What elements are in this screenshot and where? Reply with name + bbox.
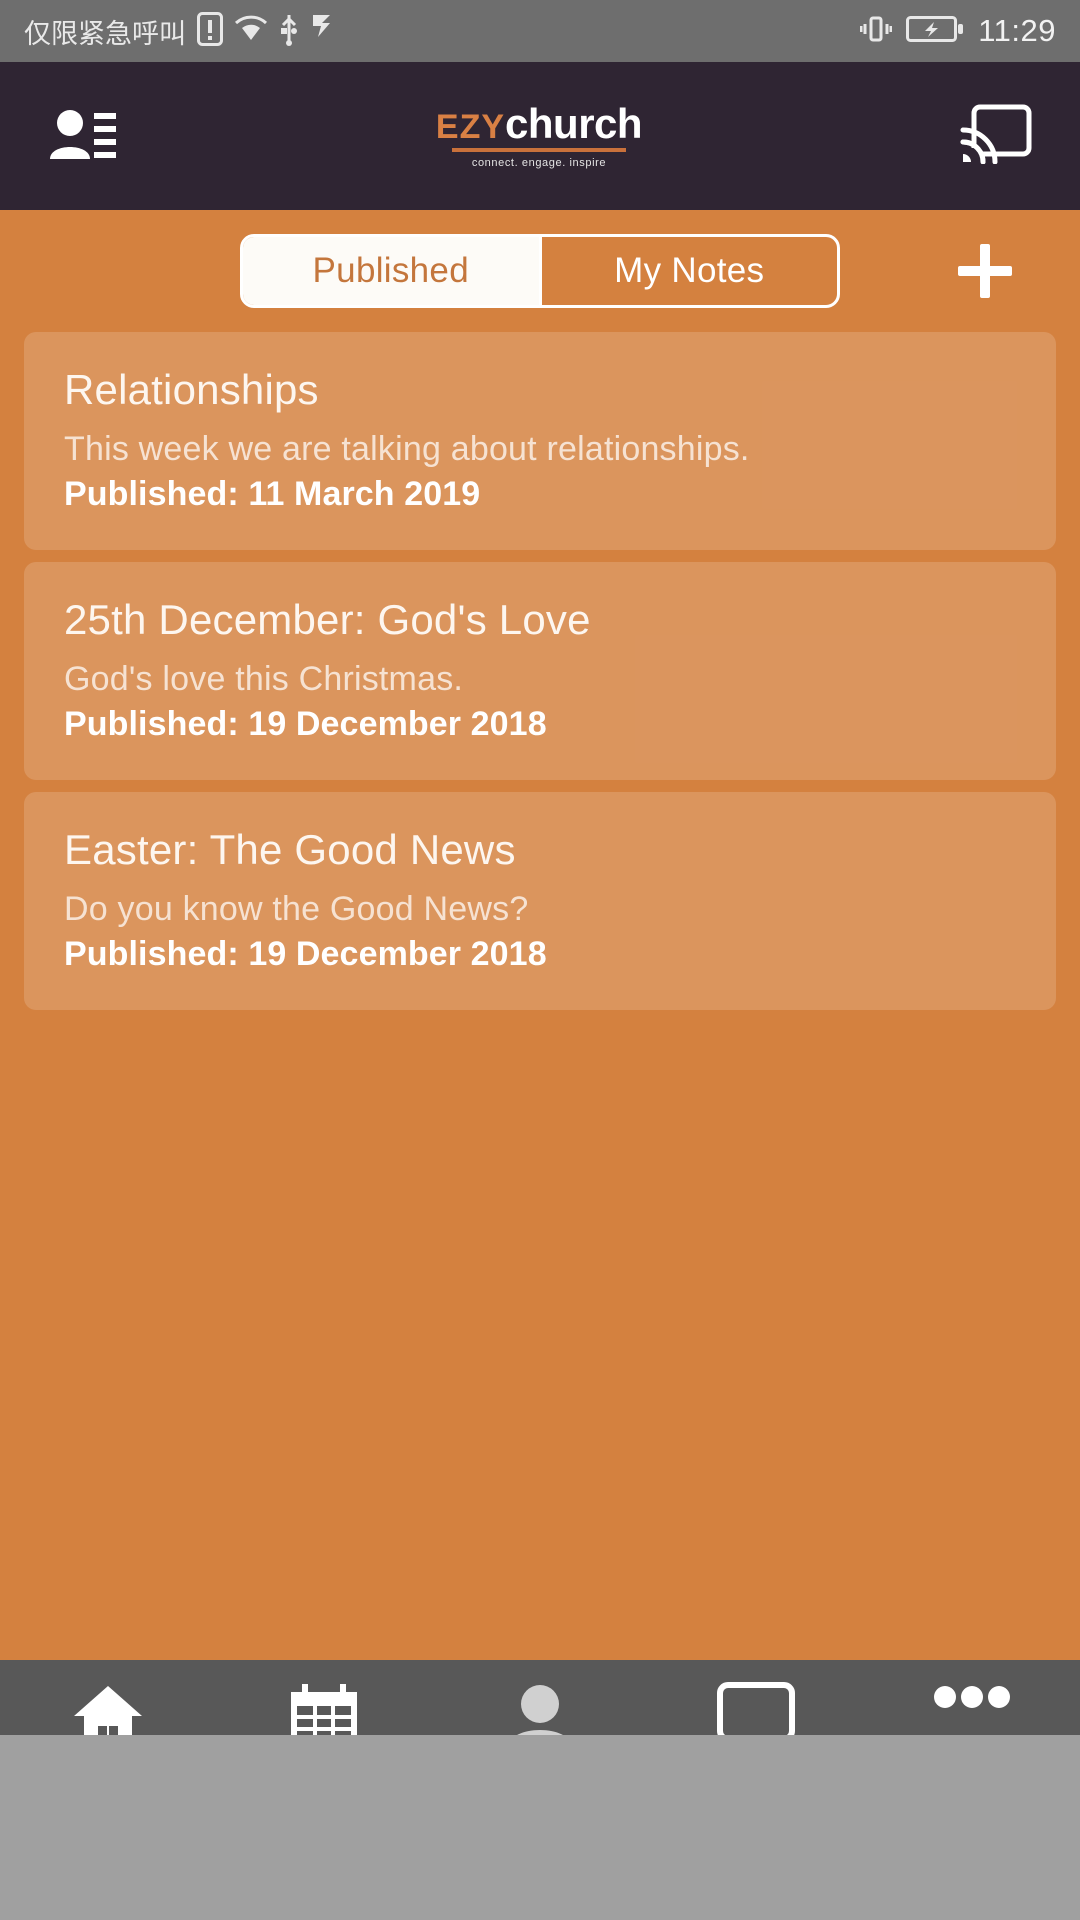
nav-more[interactable] — [897, 1682, 1047, 1712]
note-description: This week we are talking about relations… — [64, 430, 750, 468]
sim-alert-icon — [197, 11, 223, 51]
list-item[interactable]: Relationships This week we are talking a… — [24, 332, 1056, 550]
notes-list: Relationships This week we are talking a… — [0, 332, 1080, 1010]
app-header: EZYchurch connect. engage. inspire — [0, 62, 1080, 210]
app-screen: 仅限紧急呼叫 11:29 EZYchurch connect. engage. … — [0, 0, 1080, 1920]
card-icon — [717, 1682, 795, 1742]
status-bar-left: 仅限紧急呼叫 — [24, 11, 860, 51]
note-title: Relationships — [64, 366, 319, 413]
note-description: Do you know the Good News? — [64, 890, 529, 928]
note-published-date: Published: 19 December 2018 — [64, 935, 547, 973]
logo-suffix: church — [505, 100, 643, 147]
list-item[interactable]: Easter: The Good News Do you know the Go… — [24, 792, 1056, 1010]
note-description: God's love this Christmas. — [64, 660, 464, 698]
cast-icon[interactable] — [960, 104, 1032, 169]
contacts-icon[interactable] — [48, 105, 118, 168]
carrier-label: 仅限紧急呼叫 — [24, 18, 186, 49]
list-item[interactable]: 25th December: God's Love God's love thi… — [24, 562, 1056, 780]
vibrate-icon — [859, 13, 893, 50]
flag-icon — [310, 13, 334, 50]
tab-row: Published My Notes — [0, 210, 1080, 332]
plus-icon[interactable] — [952, 238, 1018, 304]
nav-card[interactable] — [681, 1682, 831, 1742]
note-published-date: Published: 19 December 2018 — [64, 705, 547, 743]
tab-published[interactable]: Published — [243, 237, 539, 305]
logo-tagline: connect. engage. inspire — [471, 157, 607, 169]
status-bar: 仅限紧急呼叫 11:29 — [0, 0, 1080, 62]
content-area: Published My Notes Relationships This we… — [0, 210, 1080, 1660]
usb-icon — [279, 12, 299, 51]
logo-prefix: EZY — [435, 108, 506, 146]
note-title: 25th December: God's Love — [64, 596, 591, 643]
logo-underline — [452, 148, 626, 152]
more-icon — [934, 1686, 1010, 1708]
battery-charging-icon — [906, 14, 964, 49]
tab-my-notes[interactable]: My Notes — [538, 237, 838, 305]
tab-switcher: Published My Notes — [240, 234, 840, 308]
clock-label: 11:29 — [978, 13, 1056, 48]
note-title: Easter: The Good News — [64, 826, 516, 873]
note-published-date: Published: 11 March 2019 — [64, 475, 481, 513]
app-logo: EZYchurch connect. engage. inspire — [435, 100, 643, 170]
wifi-icon — [234, 15, 268, 48]
system-nav-overlay — [0, 1735, 1080, 1920]
status-bar-right: 11:29 — [859, 13, 1056, 50]
logo-text: EZYchurch — [435, 100, 643, 147]
